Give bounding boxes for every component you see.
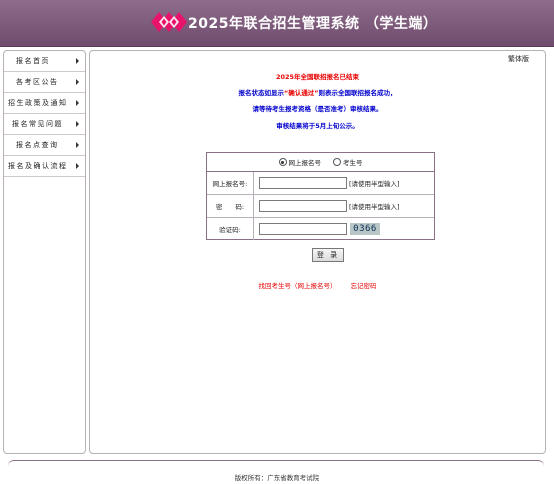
sidebar: 报名首页 各考区公告 招生政策及通知 报名常见问题 报名点查询 报名及确认流程 xyxy=(3,50,86,454)
password-input[interactable] xyxy=(259,200,347,212)
caret-right-icon xyxy=(76,121,79,127)
caret-right-icon xyxy=(76,58,79,64)
sidebar-item-process[interactable]: 报名及确认流程 xyxy=(4,156,85,177)
sidebar-item-label: 招生政策及通知 xyxy=(8,99,68,107)
login-button[interactable]: 登 录 xyxy=(312,248,344,262)
sidebar-item-policy[interactable]: 招生政策及通知 xyxy=(4,93,85,114)
main-panel: 繁体版 2025年全国联招报名已结束 报名状态如显示“确认通过”则表示全国联招报… xyxy=(89,50,546,454)
reg-number-hint: [请使用半型输入] xyxy=(349,180,400,188)
captcha-image[interactable]: 0366 xyxy=(350,223,380,235)
footer-divider xyxy=(8,460,544,469)
notice-status-quote: “确认通过” xyxy=(283,89,319,97)
sidebar-item-label: 报名常见问题 xyxy=(12,120,63,128)
diamond-logo-icon xyxy=(151,12,187,32)
notice-closed: 2025年全国联招报名已结束 xyxy=(275,73,360,81)
sidebar-item-label: 各考区公告 xyxy=(16,78,59,86)
sidebar-item-label: 报名点查询 xyxy=(16,141,59,149)
recover-id-link[interactable]: 找回考生号（网上报名号） xyxy=(258,282,336,290)
password-hint: [请使用半型输入] xyxy=(349,203,400,211)
notice-status: 报名状态如显示“确认通过”则表示全国联招报名成功， xyxy=(90,87,545,97)
header-bar: 2025年联合招生管理系统 （学生端） xyxy=(0,0,554,47)
notice-result-date: 审核结果将于5月上旬公示。 xyxy=(276,122,359,130)
app-title: 2025年联合招生管理系统 （学生端） xyxy=(188,16,438,32)
login-type-row: 网上报名号 考生号 xyxy=(207,153,434,172)
caret-right-icon xyxy=(76,163,79,169)
password-label: 密 码: xyxy=(207,195,254,217)
login-type-reg-radio[interactable]: 网上报名号 xyxy=(278,157,322,167)
notice-status-post: 则表示全国联招报名成功， xyxy=(318,89,397,97)
reg-number-input[interactable] xyxy=(259,177,347,189)
captcha-label: 验证码: xyxy=(207,218,254,240)
radio-checked-icon xyxy=(278,158,287,166)
notice-wait: 请等待考生报考资格（是否准考）审核结果。 xyxy=(252,105,383,113)
sidebar-item-home[interactable]: 报名首页 xyxy=(4,51,85,72)
sidebar-item-label: 报名首页 xyxy=(16,57,50,65)
notice-status-pre: 报名状态如显示 xyxy=(238,89,284,97)
sidebar-item-faq[interactable]: 报名常见问题 xyxy=(4,114,85,135)
login-form: 网上报名号 考生号 网上报名号: [请使用半型输入] 密 码: [请使用半型输入… xyxy=(206,152,435,240)
forgot-password-link[interactable]: 忘记密码 xyxy=(351,282,377,290)
login-type-reg-label: 网上报名号 xyxy=(288,159,322,167)
sidebar-item-label: 报名及确认流程 xyxy=(8,162,68,170)
caret-right-icon xyxy=(76,142,79,148)
reg-number-row: 网上报名号: [请使用半型输入] xyxy=(207,172,434,195)
traditional-chinese-link[interactable]: 繁体版 xyxy=(508,54,529,64)
recover-links: 找回考生号（网上报名号） 忘记密码 xyxy=(90,280,545,290)
password-row: 密 码: [请使用半型输入] xyxy=(207,195,434,218)
captcha-input[interactable] xyxy=(259,223,347,235)
sidebar-item-announcements[interactable]: 各考区公告 xyxy=(4,72,85,93)
login-type-exam-radio[interactable]: 考生号 xyxy=(333,157,363,167)
caret-right-icon xyxy=(76,79,79,85)
captcha-row: 验证码: 0366 xyxy=(207,218,434,240)
caret-right-icon xyxy=(76,100,79,106)
reg-number-label: 网上报名号: xyxy=(207,172,254,194)
radio-unchecked-icon xyxy=(333,158,341,166)
sidebar-item-site-search[interactable]: 报名点查询 xyxy=(4,135,85,156)
login-type-exam-label: 考生号 xyxy=(343,159,363,167)
copyright: 版权所有：广东省教育考试院 xyxy=(234,474,320,482)
